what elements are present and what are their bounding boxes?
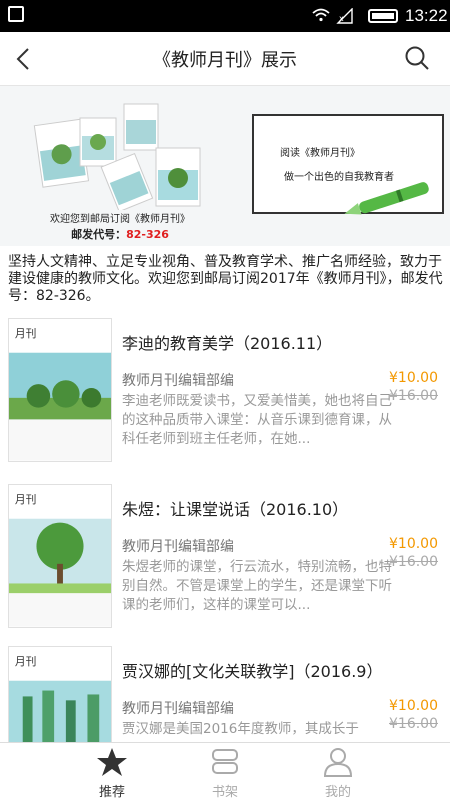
item-original-price: ¥16.00 (389, 388, 438, 404)
bookshelf-icon (212, 749, 238, 774)
svg-text:x: x (339, 14, 344, 23)
item-author: 教师月刊编辑部编 (122, 539, 234, 555)
item-title: 朱煜：让课堂说话（2016.10） (122, 500, 349, 519)
item-original-price: ¥16.00 (389, 716, 438, 732)
battery-icon (368, 9, 398, 23)
list-item[interactable]: 月刊 李迪的教育美学（2016.11） 教师月刊编辑部编 李迪老师既爱读书，又爱… (0, 312, 450, 472)
fountain-pen-icon (344, 182, 429, 215)
item-price: ¥10.00 (389, 698, 438, 714)
slogan-line1: 阅读《教师月刊》 (280, 148, 360, 159)
item-description: 李迪老师既爱读书，又爱美惜美，她也将自己的这种品质带入课堂：从音乐课到德育课，从… (122, 393, 392, 447)
svg-text:月刊: 月刊 (15, 655, 37, 668)
star-icon (97, 748, 127, 776)
item-price: ¥10.00 (389, 536, 438, 552)
item-title: 李迪的教育美学（2016.11） (122, 334, 333, 353)
item-original-price: ¥16.00 (389, 554, 438, 570)
magazine-covers-image (33, 103, 201, 210)
signal-icon: x (336, 8, 353, 24)
item-price: ¥10.00 (389, 370, 438, 386)
page-title: 《教师月刊》展示 (153, 50, 297, 71)
intro-text: 坚持人文精神、立足专业视角、普及教育学术、推广名师经验，致力于建设健康的教师文化… (8, 254, 443, 304)
app-notification-icon (8, 6, 24, 22)
magazine-cover-image: 月刊 (8, 318, 112, 462)
top-app-bar: 《教师月刊》展示 (0, 32, 450, 86)
banner-caption: 欢迎您到邮局订阅《教师月刊》 (50, 214, 190, 225)
item-title: 贾汉娜的[文化关联教学]（2016.9） (122, 662, 383, 681)
status-bar: x 13:22 (0, 0, 450, 32)
magazine-cover-image: 月刊 (8, 484, 112, 628)
item-description: 朱煜老师的课堂，行云流水，特别流畅，也特别自然。不管是课堂上的学生，还是课堂下听… (122, 559, 392, 613)
bottom-tab-bar: 推荐 书架 我的 (0, 742, 450, 800)
banner-slogan-frame: 阅读《教师月刊》 做一个出色的自我教育者 (252, 114, 444, 215)
search-icon[interactable] (404, 45, 430, 71)
wifi-icon (312, 8, 330, 22)
svg-text:月刊: 月刊 (15, 327, 37, 340)
list-item[interactable]: 月刊 朱煜：让课堂说话（2016.10） 教师月刊编辑部编 朱煜老师的课堂，行云… (0, 478, 450, 638)
item-author: 教师月刊编辑部编 (122, 373, 234, 389)
tab-label: 我的 (324, 785, 351, 800)
person-icon (323, 748, 353, 777)
promo-banner[interactable]: 欢迎您到邮局订阅《教师月刊》 邮发代号：82-326 阅读《教师月刊》 做一个出… (0, 86, 450, 246)
tab-mine[interactable]: 我的 (263, 743, 413, 801)
item-author: 教师月刊编辑部编 (122, 701, 234, 717)
banner-postal-code: 邮发代号：82-326 (71, 228, 169, 241)
status-time: 13:22 (405, 6, 448, 25)
svg-text:月刊: 月刊 (15, 493, 37, 506)
